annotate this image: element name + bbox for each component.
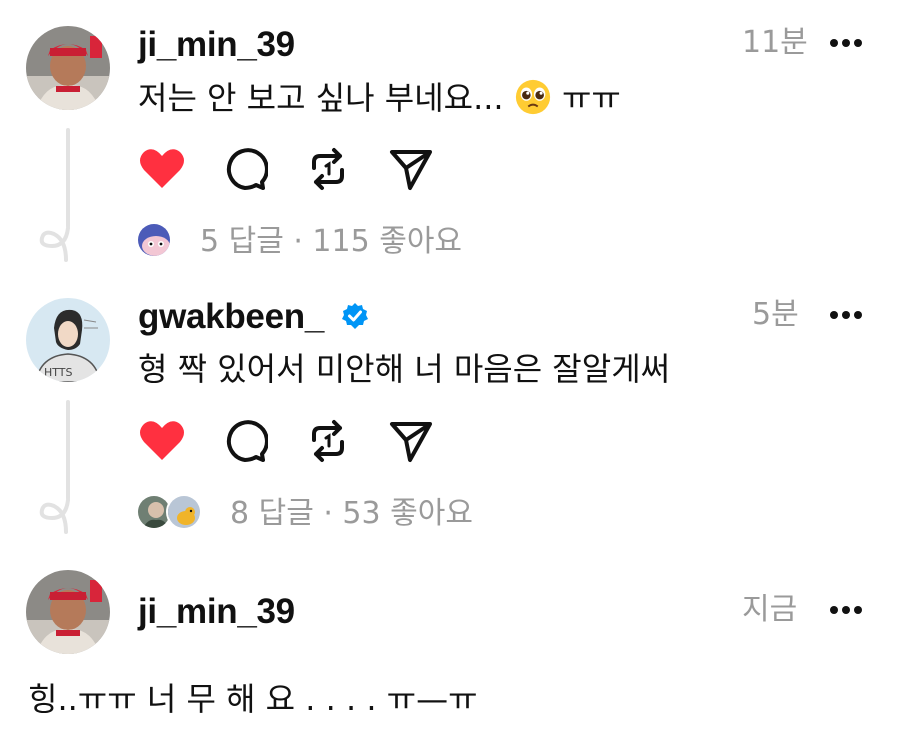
- repost-icon[interactable]: [306, 418, 350, 464]
- more-options-icon[interactable]: [830, 39, 864, 49]
- verified-badge-icon: [342, 303, 368, 329]
- post-2-text: 형 짝 있어서 미안해 너 마음은 잘알게써: [138, 350, 671, 388]
- thread-line: [66, 128, 70, 228]
- like-heart-icon[interactable]: [138, 418, 186, 462]
- pleading-face-icon: [515, 79, 550, 115]
- more-options-icon[interactable]: [830, 311, 864, 321]
- post-1-text-body: 저는 안 보고 싶나 부네요...: [138, 79, 504, 117]
- share-send-icon[interactable]: [388, 418, 434, 464]
- more-options-icon[interactable]: [830, 606, 864, 616]
- post-2-timestamp: 5분: [752, 297, 799, 332]
- thread-loop-icon: [39, 498, 70, 534]
- post-3-username[interactable]: ji_min_39: [138, 594, 295, 629]
- avatar-ji-min-39[interactable]: [26, 26, 110, 110]
- avatar-jersey-text: HTTS: [44, 366, 73, 379]
- post-1-text-suffix: ㅠㅠ: [561, 79, 621, 117]
- comment-icon[interactable]: [222, 418, 268, 464]
- comment-icon[interactable]: [222, 146, 268, 192]
- post-1-text: 저는 안 보고 싶나 부네요... ㅠㅠ: [138, 78, 621, 117]
- post-3-text: 힝..ㅠㅠ 너 무 해 요 . . . . ㅠ—ㅠ: [28, 680, 478, 718]
- post-3-timestamp: 지금: [742, 592, 798, 627]
- thread-loop-icon: [39, 226, 70, 262]
- share-send-icon[interactable]: [388, 146, 434, 192]
- thread-line: [66, 400, 70, 500]
- replier-avatar: [136, 222, 172, 258]
- like-heart-icon[interactable]: [138, 146, 186, 190]
- post-2-username[interactable]: gwakbeen_: [138, 299, 324, 334]
- avatar-gwakbeen[interactable]: HTTS: [26, 298, 110, 382]
- repost-icon[interactable]: [306, 146, 350, 192]
- post-1-username[interactable]: ji_min_39: [138, 27, 295, 62]
- post-1-timestamp: 11분: [742, 25, 808, 60]
- avatar-ji-min-39[interactable]: [26, 570, 110, 654]
- post-2-stats[interactable]: 8 답글 · 53 좋아요: [230, 499, 473, 529]
- post-1-stats[interactable]: 5 답글 · 115 좋아요: [200, 227, 462, 257]
- replier-avatar: [166, 494, 202, 530]
